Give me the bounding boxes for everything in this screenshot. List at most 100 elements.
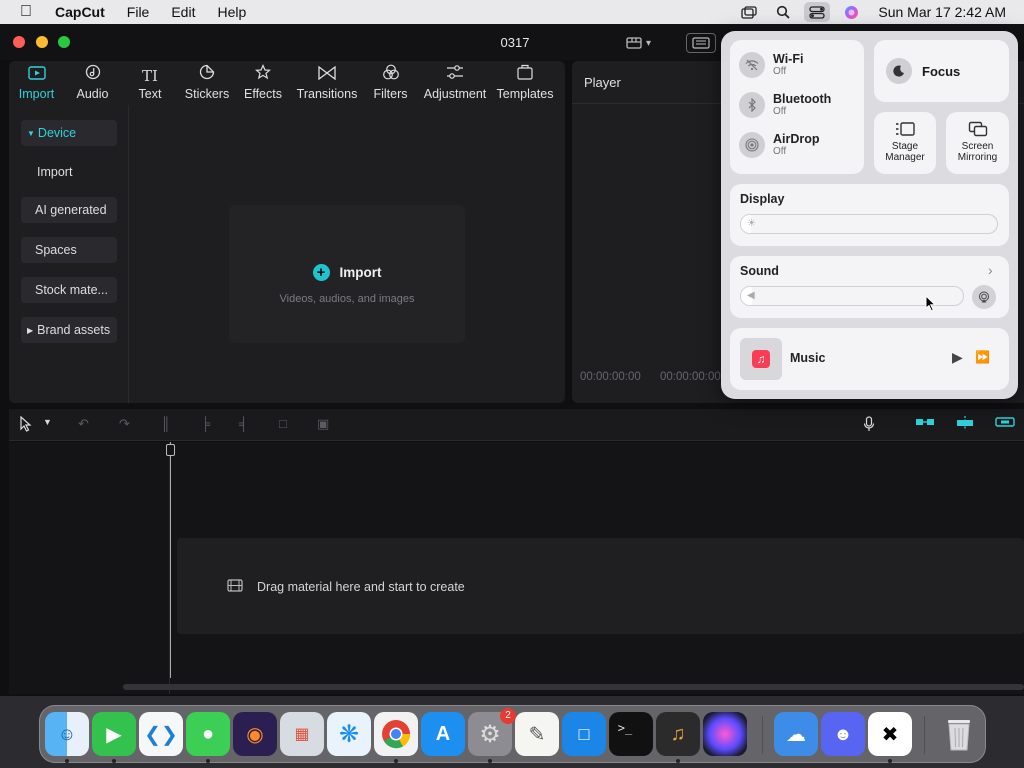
import-drop-zone[interactable]: + Import Videos, audios, and images (229, 205, 465, 343)
dock-weather[interactable]: ☁ (774, 712, 818, 756)
fast-forward-icon[interactable]: ⏩ (975, 350, 990, 364)
auto-snapping-icon[interactable] (955, 416, 975, 433)
sidebar-brand-label: Brand assets (37, 323, 111, 337)
dock-siri[interactable] (703, 712, 747, 756)
focus-tile[interactable]: Focus (874, 40, 1009, 102)
import-button[interactable]: + Import (229, 264, 465, 281)
select-cursor-icon[interactable] (19, 415, 33, 435)
dock-safari[interactable]: ❋ (327, 712, 371, 756)
sidebar-item-import[interactable]: Import (21, 159, 117, 185)
display-tile: Display ☀ (730, 184, 1009, 246)
siri-icon[interactable] (834, 0, 868, 24)
main-track-magnet-icon[interactable] (915, 416, 935, 431)
notification-badge: 2 (500, 708, 516, 724)
cloud-sun-icon: ☁ (786, 723, 806, 746)
window-switcher-icon[interactable] (732, 0, 766, 24)
sidebar-item-spaces[interactable]: Spaces (21, 237, 117, 263)
timeline-drop-zone[interactable]: Drag material here and start to create (177, 538, 1024, 634)
running-indicator (206, 759, 210, 763)
tab-effects[interactable]: Effects (235, 61, 291, 105)
bluetooth-toggle[interactable]: Bluetooth Off (739, 92, 831, 118)
sidebar-item-ai-generated[interactable]: AI generated (21, 197, 117, 223)
trash-icon (948, 720, 970, 751)
linkage-icon[interactable] (995, 416, 1015, 431)
dock-keynote[interactable]: □ (562, 712, 606, 756)
screen-mirroring-tile[interactable]: Screen Mirroring (946, 112, 1009, 174)
apple-menu-icon[interactable]:  (8, 3, 44, 21)
dock-terminal[interactable]: >_ (609, 712, 653, 756)
dock-firefox[interactable]: ◉ (233, 712, 277, 756)
dock-finder[interactable]: ☺ (45, 712, 89, 756)
tab-text[interactable]: TI Text (121, 61, 179, 105)
messages-icon: ● (201, 722, 215, 745)
stage-manager-tile[interactable]: Stage Manager (874, 112, 936, 174)
tab-adjustment[interactable]: Adjustment (418, 61, 492, 105)
tab-templates[interactable]: Templates (492, 61, 558, 105)
delete-icon[interactable]: □ (279, 416, 287, 431)
timeline-scrollbar[interactable] (123, 684, 1024, 690)
bluetooth-state: Off (773, 105, 787, 117)
shortcuts-keyboard-icon[interactable] (686, 33, 716, 53)
now-playing-tile[interactable]: ♫ Music ▶ ⏩ (730, 328, 1009, 390)
playhead-handle[interactable] (166, 444, 175, 456)
dock-messages[interactable]: ● (186, 712, 230, 756)
tab-transitions[interactable]: Transitions (291, 61, 363, 105)
menu-file[interactable]: File (116, 4, 161, 20)
menubar-clock[interactable]: Sun Mar 17 2:42 AM (878, 4, 1006, 20)
layout-menu-button[interactable]: ▾ (626, 34, 660, 52)
dock-chrome[interactable] (374, 712, 418, 756)
chevron-right-icon[interactable]: › (988, 262, 993, 278)
timeline-toolbar: ▼ ↶ ↷ ║ ╞ ╡ □ ▣ (9, 409, 1024, 441)
chevron-down-icon[interactable]: ▼ (43, 417, 52, 427)
control-center-icon[interactable] (804, 2, 831, 22)
audio-icon (85, 64, 101, 84)
stage-manager-icon (874, 121, 936, 139)
menu-app-name[interactable]: CapCut (44, 4, 116, 20)
film-strip-icon (227, 579, 243, 595)
running-indicator (676, 759, 680, 763)
tab-stickers[interactable]: Stickers (179, 61, 235, 105)
dock-textedit[interactable]: ✎ (515, 712, 559, 756)
display-brightness-slider[interactable]: ☀ (740, 214, 998, 234)
tab-import[interactable]: Import (9, 61, 64, 105)
wifi-toggle[interactable]: Wi-Fi Off (739, 52, 803, 78)
crop-icon[interactable]: ▣ (317, 416, 329, 432)
sidebar-item-device[interactable]: ▼ Device (21, 120, 117, 146)
dock-launchpad[interactable]: ▦ (280, 712, 324, 756)
tab-text-label: Text (138, 87, 162, 101)
timeline[interactable]: Drag material here and start to create (9, 442, 1024, 694)
dock-capcut[interactable]: ✖ (868, 712, 912, 756)
tab-filters[interactable]: Filters (363, 61, 418, 105)
airdrop-toggle[interactable]: AirDrop Off (739, 132, 820, 158)
dock-garageband[interactable]: ♫ (656, 712, 700, 756)
sound-tile: Sound › ◀ (730, 256, 1009, 318)
playhead-line[interactable] (170, 442, 171, 678)
split-left-icon[interactable]: ╞ (201, 416, 210, 431)
running-indicator (888, 759, 892, 763)
tab-audio[interactable]: Audio (64, 61, 121, 105)
menu-edit[interactable]: Edit (160, 4, 206, 20)
split-right-icon[interactable]: ╡ (239, 416, 248, 431)
capcut-icon: ✖ (881, 723, 899, 746)
sidebar-item-brand-assets[interactable]: ▶ Brand assets (21, 317, 117, 343)
undo-icon[interactable]: ↶ (78, 416, 89, 432)
dock-vscode[interactable]: ❮❯ (139, 712, 183, 756)
airplay-audio-icon[interactable] (972, 285, 996, 309)
microphone-icon[interactable] (863, 416, 875, 435)
effects-icon (254, 64, 272, 84)
vscode-icon: ❮❯ (144, 723, 178, 746)
dock-trash[interactable] (937, 712, 981, 756)
spotlight-search-icon[interactable] (766, 0, 800, 24)
sidebar-item-stock-material[interactable]: Stock mate... (21, 277, 117, 303)
plus-icon: + (312, 264, 330, 281)
dock-discord[interactable]: ☻ (821, 712, 865, 756)
dock-system-settings[interactable]: ⚙ 2 (468, 708, 516, 756)
guitar-icon: ♫ (670, 722, 686, 745)
redo-icon[interactable]: ↷ (119, 416, 130, 432)
split-icon[interactable]: ║ (161, 416, 170, 431)
player-current-time: 00:00:00:00 (580, 371, 641, 383)
play-icon[interactable]: ▶ (952, 349, 963, 366)
dock-facetime[interactable]: ▶ (92, 712, 136, 756)
menu-help[interactable]: Help (206, 4, 257, 20)
dock-app-store[interactable]: A (421, 712, 465, 756)
